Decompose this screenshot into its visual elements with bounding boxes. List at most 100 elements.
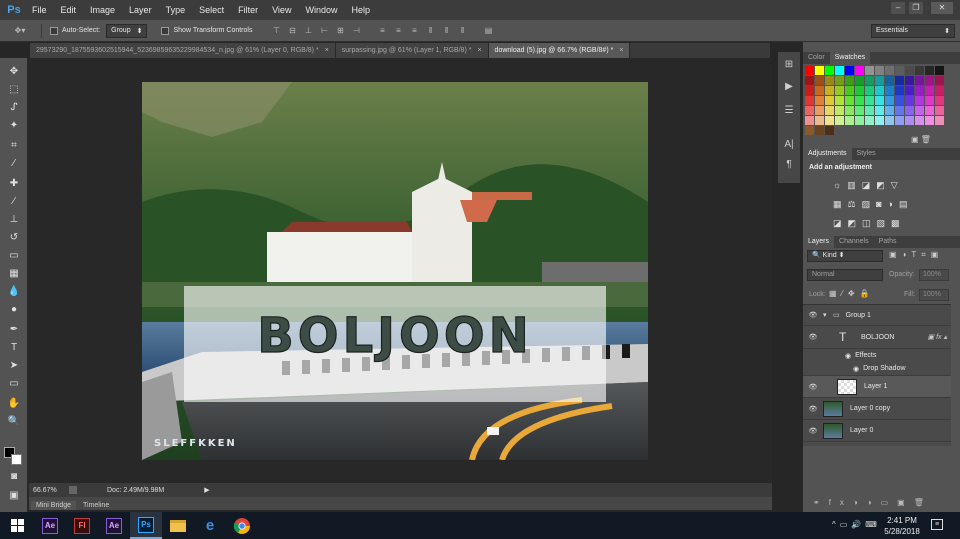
swatch[interactable] [915,116,924,125]
swatch[interactable] [865,86,874,95]
layer-effect-drop-shadow[interactable]: ◉ Drop Shadow [803,362,951,376]
swatch[interactable] [925,96,934,105]
magic-wand-tool-icon[interactable]: ✦ [6,118,22,133]
swatch[interactable] [935,126,944,135]
distribute-left-icon[interactable]: ‖ [425,26,435,36]
swatch[interactable] [885,66,894,75]
swatch[interactable] [845,116,854,125]
swatch[interactable] [905,86,914,95]
menu-type[interactable]: Type [159,5,193,15]
layer-row-text[interactable]: 👁 T BOLJOON ▣ fx ▴ [803,326,951,349]
swatch[interactable] [865,106,874,115]
tab-paths[interactable]: Paths [874,236,902,248]
swatch[interactable] [925,106,934,115]
swatch[interactable] [875,116,884,125]
quick-mask-icon[interactable]: ◙ [6,469,22,484]
swatch[interactable] [935,76,944,85]
swatch[interactable] [825,116,834,125]
align-left-icon[interactable]: ⊢ [319,26,329,36]
swatch[interactable] [915,106,924,115]
distribute-vcenter-icon[interactable]: ≡ [393,26,403,36]
swatch[interactable] [865,116,874,125]
swatch[interactable] [855,76,864,85]
swatch[interactable] [825,126,834,135]
swatch[interactable] [815,126,824,135]
menu-select[interactable]: Select [192,5,231,15]
swatch[interactable] [915,76,924,85]
layer-filter-dropdown[interactable]: 🔍 Kind ⬍ [807,250,883,262]
properties-panel-icon[interactable]: ☰ [782,104,796,118]
distribute-right-icon[interactable]: ‖ [457,26,467,36]
swatch[interactable] [905,76,914,85]
blur-tool-icon[interactable]: 💧 [6,284,22,299]
background-color-swatch[interactable] [11,454,22,465]
move-tool-preset-icon[interactable]: ✥▾ [10,26,30,36]
notifications-icon[interactable]: ≡ [931,519,943,530]
layer-effects-row[interactable]: ◉ Effects [803,349,951,362]
swatch[interactable] [935,116,944,125]
auto-select-checkbox[interactable] [50,26,58,35]
distribute-top-icon[interactable]: ≡ [377,26,387,36]
taskbar-app-chrome[interactable] [226,512,258,539]
type-tool-icon[interactable]: T [6,340,22,355]
swatch[interactable] [815,106,824,115]
menu-view[interactable]: View [265,5,298,15]
gradient-tool-icon[interactable]: ▦ [6,266,22,281]
swatch[interactable] [845,96,854,105]
windows-start-icon[interactable] [0,512,34,539]
image-canvas[interactable]: BOLJOON SLEFFKKEN [142,82,648,460]
eraser-tool-icon[interactable]: ▭ [6,248,22,263]
marquee-tool-icon[interactable]: ⬚ [6,82,22,97]
disclosure-triangle-icon[interactable]: ▾ [823,311,833,319]
swatch[interactable] [875,66,884,75]
swatch[interactable] [805,116,814,125]
tab-channels[interactable]: Channels [834,236,874,248]
swatch[interactable] [815,96,824,105]
close-icon[interactable]: × [325,47,329,54]
status-menu-icon[interactable] [69,486,77,494]
system-tray-icons[interactable]: ^▭🔊⌨ [832,520,881,529]
align-right-icon[interactable]: ⊣ [351,26,361,36]
dodge-tool-icon[interactable]: ● [6,302,22,317]
swatch[interactable] [905,106,914,115]
path-selection-tool-icon[interactable]: ➤ [6,358,22,373]
swatch[interactable] [885,76,894,85]
swatch[interactable] [845,86,854,95]
new-swatch-icon[interactable]: ▣ 🗑 [911,135,931,144]
eye-icon[interactable]: 👁 [803,311,823,319]
swatch[interactable] [905,96,914,105]
swatch[interactable] [895,106,904,115]
swatch[interactable] [935,86,944,95]
swatch[interactable] [865,76,874,85]
hand-tool-icon[interactable]: ✋ [6,396,22,411]
swatch[interactable] [815,66,824,75]
eye-icon[interactable]: ◉ [853,365,859,373]
swatch[interactable] [865,66,874,75]
tab-document-2[interactable]: surpassing.jpg @ 61% (Layer 1, RGB/8) * × [335,43,489,58]
swatch[interactable] [885,86,894,95]
blend-mode-dropdown[interactable]: Normal [807,269,883,281]
distribute-bottom-icon[interactable]: ≡ [409,26,419,36]
auto-align-icon[interactable]: ▤ [483,26,493,36]
swatch[interactable] [885,126,894,135]
swatch[interactable] [915,96,924,105]
pen-tool-icon[interactable]: ✒ [6,322,22,337]
swatch[interactable] [895,86,904,95]
swatch[interactable] [925,76,934,85]
swatch[interactable] [875,76,884,85]
swatch[interactable] [865,126,874,135]
eye-icon[interactable]: 👁 [803,405,823,413]
layer-row-layer0-copy[interactable]: 👁 Layer 0 copy [803,398,951,420]
swatch[interactable] [825,76,834,85]
swatch[interactable] [935,66,944,75]
adjustment-icons[interactable]: ☼▥◪◩▽ ▦⚖▨◙◑▤ ◪◩◫▧▩ [833,176,943,236]
brush-tool-icon[interactable]: ⁄ [6,194,22,209]
move-tool-icon[interactable]: ✥ [6,64,22,79]
tab-mini-bridge[interactable]: Mini Bridge [31,501,77,510]
fill-field[interactable]: 100% [919,289,949,301]
zoom-tool-icon[interactable]: 🔍 [6,414,22,429]
swatch[interactable] [855,86,864,95]
swatch[interactable] [825,86,834,95]
menu-image[interactable]: Image [83,5,122,15]
swatch[interactable] [825,66,834,75]
